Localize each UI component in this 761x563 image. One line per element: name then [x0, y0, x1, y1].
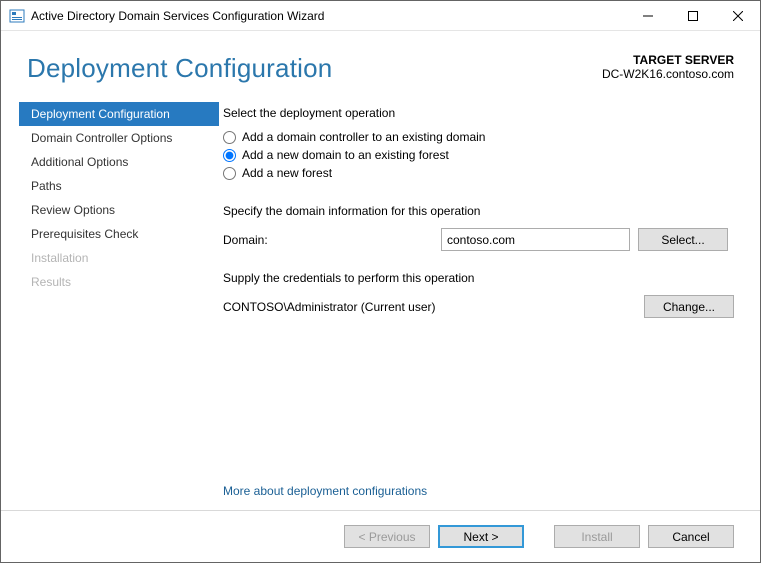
close-button[interactable]: [715, 1, 760, 30]
target-server-value: DC-W2K16.contoso.com: [602, 67, 734, 81]
domain-field-row: Domain: Select...: [223, 228, 734, 251]
nav-sidebar: Deployment Configuration Domain Controll…: [19, 94, 219, 510]
nav-item-results: Results: [19, 270, 219, 294]
nav-item-additional-options[interactable]: Additional Options: [19, 150, 219, 174]
header: Deployment Configuration TARGET SERVER D…: [1, 31, 760, 94]
nav-item-paths[interactable]: Paths: [19, 174, 219, 198]
footer: < Previous Next > Install Cancel: [1, 510, 760, 562]
radio-label: Add a domain controller to an existing d…: [242, 130, 485, 144]
nav-item-review-options[interactable]: Review Options: [19, 198, 219, 222]
maximize-button[interactable]: [670, 1, 715, 30]
nav-item-installation: Installation: [19, 246, 219, 270]
operation-label: Select the deployment operation: [223, 106, 734, 120]
next-button[interactable]: Next >: [438, 525, 524, 548]
target-server-label: TARGET SERVER: [602, 53, 734, 67]
domain-input[interactable]: [441, 228, 630, 251]
main-panel: Select the deployment operation Add a do…: [219, 94, 746, 510]
radio-input-add-dc[interactable]: [223, 131, 236, 144]
radio-add-dc-existing-domain[interactable]: Add a domain controller to an existing d…: [223, 130, 734, 144]
app-icon: [9, 8, 25, 24]
install-button: Install: [554, 525, 640, 548]
nav-item-domain-controller-options[interactable]: Domain Controller Options: [19, 126, 219, 150]
window-title: Active Directory Domain Services Configu…: [31, 9, 625, 23]
domain-section-label: Specify the domain information for this …: [223, 204, 734, 218]
titlebar: Active Directory Domain Services Configu…: [1, 1, 760, 31]
select-button[interactable]: Select...: [638, 228, 728, 251]
credentials-section-label: Supply the credentials to perform this o…: [223, 271, 734, 285]
cancel-button[interactable]: Cancel: [648, 525, 734, 548]
page-heading: Deployment Configuration: [27, 53, 602, 84]
minimize-button[interactable]: [625, 1, 670, 30]
target-server-block: TARGET SERVER DC-W2K16.contoso.com: [602, 53, 734, 84]
radio-input-add-domain[interactable]: [223, 149, 236, 162]
credentials-row: CONTOSO\Administrator (Current user) Cha…: [223, 295, 734, 318]
radio-add-domain-existing-forest[interactable]: Add a new domain to an existing forest: [223, 148, 734, 162]
radio-label: Add a new forest: [242, 166, 332, 180]
more-about-link[interactable]: More about deployment configurations: [223, 484, 427, 498]
radio-input-new-forest[interactable]: [223, 167, 236, 180]
radio-add-new-forest[interactable]: Add a new forest: [223, 166, 734, 180]
wizard-window: Active Directory Domain Services Configu…: [0, 0, 761, 563]
previous-button: < Previous: [344, 525, 430, 548]
domain-field-label: Domain:: [223, 233, 441, 247]
nav-item-prerequisites-check[interactable]: Prerequisites Check: [19, 222, 219, 246]
change-button[interactable]: Change...: [644, 295, 734, 318]
radio-label: Add a new domain to an existing forest: [242, 148, 449, 162]
content-area: Deployment Configuration TARGET SERVER D…: [1, 31, 760, 510]
nav-item-deployment-configuration[interactable]: Deployment Configuration: [19, 102, 219, 126]
credentials-value: CONTOSO\Administrator (Current user): [223, 300, 436, 314]
